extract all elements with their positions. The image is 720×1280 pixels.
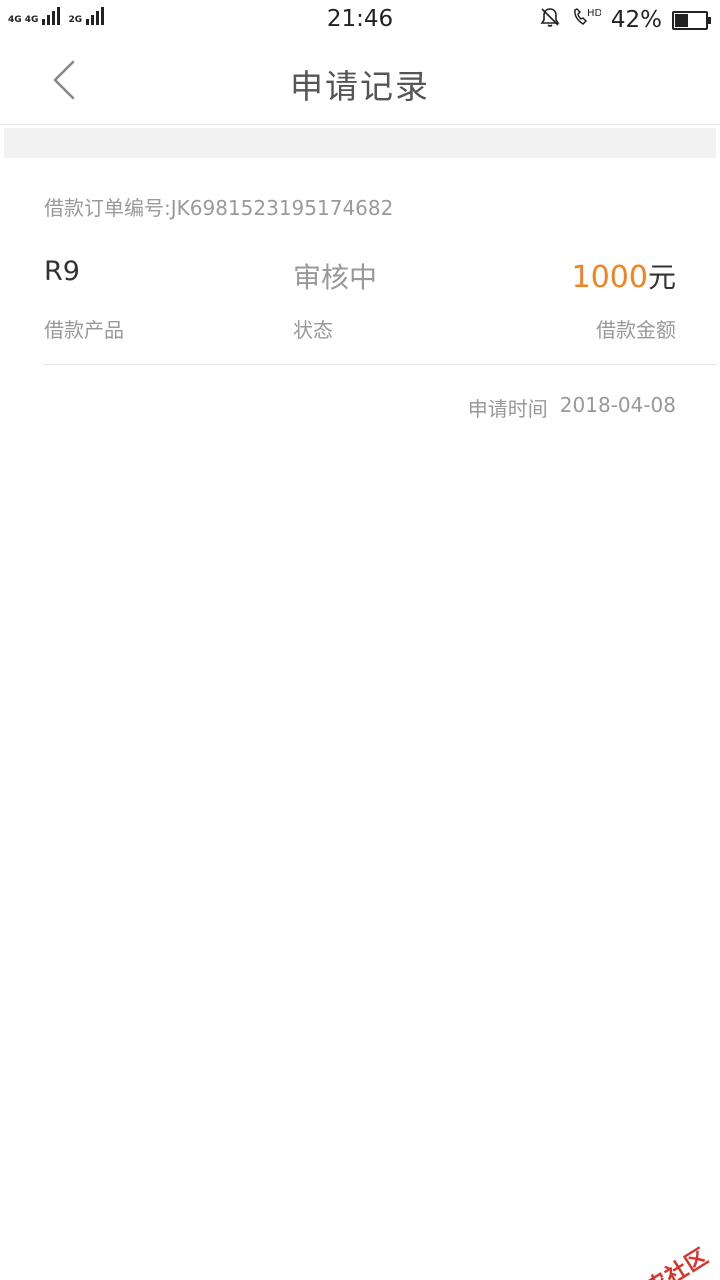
battery-icon: [672, 10, 711, 30]
hd-call-icon: HD: [571, 6, 602, 34]
section-separator: [4, 128, 716, 158]
apply-time-label: 申请时间: [467, 397, 548, 421]
apply-time-value: 2018-04-08: [559, 393, 676, 417]
svg-text:HD: HD: [587, 8, 601, 19]
battery-percent: 42%: [610, 7, 662, 33]
status-value: 审核中: [293, 261, 378, 294]
amount-unit: 元: [647, 261, 676, 294]
apply-time: 申请时间 2018-04-08: [468, 393, 676, 422]
amount-value: 1000元: [572, 256, 676, 296]
order-number-label: 借款订单编号:: [44, 196, 171, 220]
amount-label: 借款金额: [596, 318, 676, 342]
watermark: 卡农社区: [594, 1239, 714, 1280]
nav-header: 申请记录: [0, 38, 720, 125]
watermark-text: 卡农社区: [622, 1243, 714, 1280]
app-screen: 4G 4G 2G 21:46 HD 42% 申请记录 借款订单编号:JK6981…: [0, 0, 720, 1280]
divider: [44, 364, 716, 365]
product-label: 借款产品: [44, 318, 124, 342]
status-bar: 4G 4G 2G 21:46 HD 42%: [0, 0, 720, 38]
battery-fill: [675, 13, 688, 27]
product-value: R9: [44, 256, 80, 287]
order-number-line: 借款订单编号:JK6981523195174682: [44, 192, 393, 221]
order-number-value: JK6981523195174682: [170, 196, 394, 220]
page-title: 申请记录: [290, 67, 430, 106]
amount-number: 1000: [571, 260, 648, 295]
record-labels-row: 借款产品 状态 借款金额: [44, 314, 676, 342]
mute-bell-icon: [539, 6, 561, 34]
status-label: 状态: [293, 318, 333, 342]
record-values-row: R9 审核中 1000元: [44, 254, 676, 296]
status-right: HD 42%: [539, 6, 711, 34]
